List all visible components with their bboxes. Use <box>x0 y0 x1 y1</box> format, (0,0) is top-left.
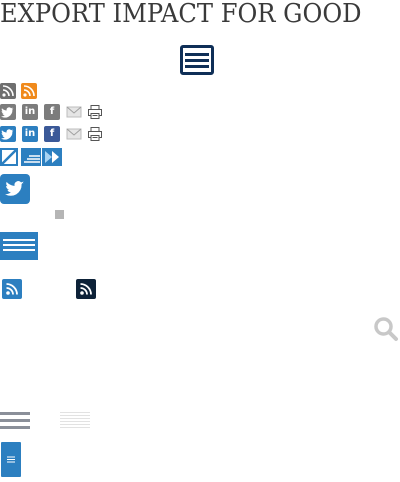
fast-forward-icon[interactable] <box>42 148 62 166</box>
linkedin-icon[interactable]: in <box>22 126 38 142</box>
rss-icon[interactable] <box>0 83 16 99</box>
align-icon[interactable] <box>21 148 41 166</box>
menu-toggle-button[interactable] <box>180 45 214 75</box>
hamburger-icon[interactable] <box>60 410 90 430</box>
facebook-icon[interactable]: f <box>44 104 60 120</box>
menu-icon[interactable] <box>0 232 38 260</box>
linkedin-icon[interactable]: in <box>22 104 38 120</box>
search-icon[interactable] <box>373 316 399 342</box>
hamburger-icon[interactable] <box>0 410 30 430</box>
twitter-icon[interactable] <box>0 174 30 204</box>
rss-icon[interactable] <box>21 83 37 99</box>
site-title[interactable]: EXPORT IMPACT FOR GOOD <box>0 0 372 28</box>
slash-icon[interactable] <box>0 148 18 166</box>
small-square-icon[interactable] <box>55 210 64 219</box>
menu-button[interactable] <box>1 442 21 477</box>
email-icon[interactable] <box>66 104 82 120</box>
twitter-icon[interactable] <box>0 126 16 142</box>
rss-icon[interactable] <box>2 279 22 299</box>
email-icon[interactable] <box>66 126 82 142</box>
facebook-icon[interactable]: f <box>44 126 60 142</box>
rss-icon[interactable] <box>76 279 96 299</box>
print-icon[interactable] <box>87 126 103 142</box>
twitter-icon[interactable] <box>0 104 16 120</box>
print-icon[interactable] <box>87 104 103 120</box>
